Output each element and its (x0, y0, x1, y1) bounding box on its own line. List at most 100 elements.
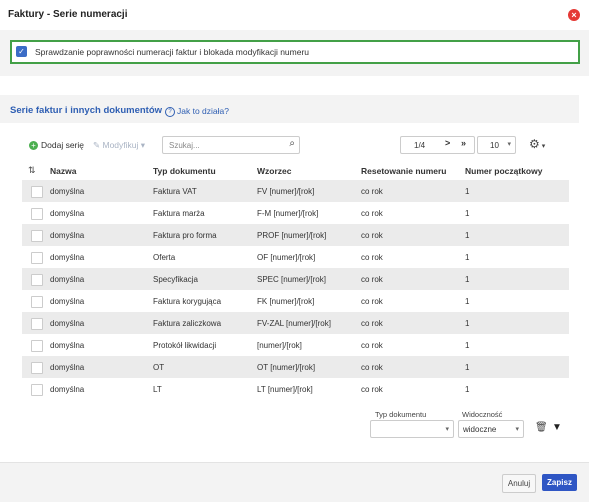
row-checkbox[interactable] (31, 186, 43, 198)
per-page-select[interactable]: 10 ▾ (477, 136, 516, 154)
table-cell: OT [numer]/[rok] (257, 363, 316, 372)
table-cell: Specyfikacja (153, 275, 198, 284)
section-title: Serie faktur i innych dokumentów (10, 105, 163, 116)
table-cell: 1 (465, 231, 470, 240)
table-cell: domyślna (50, 341, 85, 350)
trash-icon[interactable]: 🗑 (535, 422, 548, 433)
table-row[interactable]: domyślna Protokół likwidacji [numer]/[rok]… (22, 334, 569, 356)
table-cell: domyślna (50, 297, 85, 306)
validation-option[interactable]: ✓ Sprawdzanie poprawności numeracji fakt… (10, 40, 580, 64)
filter-icon[interactable]: ▼ (552, 422, 562, 433)
search-input[interactable]: Szukaj... ⌕ (162, 136, 300, 154)
table-cell: domyślna (50, 253, 85, 262)
series-dialog: Faktury - Serie numeracji × ✓ Sprawdzani… (0, 0, 589, 502)
table-cell: co rok (361, 209, 383, 218)
help-link[interactable]: ? Jak to działa? (165, 106, 229, 117)
cancel-button[interactable]: Anuluj (502, 474, 536, 493)
table-cell: Protokół likwidacji (153, 341, 217, 350)
table-cell: co rok (361, 385, 383, 394)
reorder-icon[interactable]: ⇅ (28, 165, 36, 176)
table-header: ⇅ Nazwa Typ dokumentu Wzorzec Resetowani… (22, 162, 569, 180)
page-position: 1/4 (414, 141, 426, 150)
column-header[interactable]: Nazwa (50, 166, 76, 176)
table-cell: 1 (465, 275, 470, 284)
row-checkbox[interactable] (31, 274, 43, 286)
table-row[interactable]: domyślna Oferta OF [numer]/[rok] co rok 1 (22, 246, 569, 268)
table-cell: SPEC [numer]/[rok] (257, 275, 326, 284)
table-cell: 1 (465, 363, 470, 372)
save-button[interactable]: Zapisz (542, 474, 577, 491)
edit-button[interactable]: ✎ Modyfikuj ▾ (93, 140, 145, 151)
toolbar: + Dodaj serię ✎ Modyfikuj ▾ Szukaj... ⌕ 1… (22, 133, 562, 157)
validation-label: Sprawdzanie poprawności numeracji faktur… (35, 47, 310, 57)
visibility-filter[interactable]: widoczne ▾ (458, 420, 524, 438)
table-cell: FK [numer]/[rok] (257, 297, 315, 306)
table-cell: LT [numer]/[rok] (257, 385, 313, 394)
row-checkbox[interactable] (31, 384, 43, 396)
doc-type-filter-label: Typ dokumentu (375, 410, 427, 419)
row-checkbox[interactable] (31, 252, 43, 264)
plus-icon: + (29, 141, 38, 151)
doc-type-filter[interactable]: ▾ (370, 420, 454, 438)
table-cell: Faktura pro forma (153, 231, 217, 240)
table-row[interactable]: domyślna Faktura VAT FV [numer]/[rok] co ro… (22, 180, 569, 202)
table-cell: co rok (361, 363, 383, 372)
settings-gear-icon[interactable]: ⚙ ▾ (529, 137, 545, 151)
table-cell: PROF [numer]/[rok] (257, 231, 327, 240)
table-row[interactable]: domyślna Specyfikacja SPEC [numer]/[rok] co… (22, 268, 569, 290)
table-row[interactable]: domyślna OT OT [numer]/[rok] co rok 1 (22, 356, 569, 378)
table-row[interactable]: domyślna LT LT [numer]/[rok] co rok 1 (22, 378, 569, 400)
table-cell: OF [numer]/[rok] (257, 253, 316, 262)
table-cell: co rok (361, 253, 383, 262)
row-checkbox[interactable] (31, 340, 43, 352)
column-header[interactable]: Resetowanie numeru (361, 166, 447, 176)
validation-checkbox[interactable]: ✓ (16, 46, 27, 57)
filters-bar: Typ dokumentu ▾ Widoczność widoczne ▾ 🗑 … (0, 405, 589, 445)
row-checkbox[interactable] (31, 208, 43, 220)
pagination: 1/4 > » (400, 136, 475, 154)
row-checkbox[interactable] (31, 362, 43, 374)
table-cell: Faktura korygująca (153, 297, 222, 306)
table-cell: 1 (465, 209, 470, 218)
add-series-button[interactable]: + Dodaj serię (29, 140, 84, 151)
per-page-value: 10 (490, 141, 499, 150)
visibility-filter-label: Widoczność (462, 410, 503, 419)
table-cell: domyślna (50, 187, 85, 196)
table-row[interactable]: domyślna Faktura pro forma PROF [numer]/[r… (22, 224, 569, 246)
table-cell: 1 (465, 341, 470, 350)
dialog-titlebar: Faktury - Serie numeracji × (0, 0, 589, 31)
row-checkbox[interactable] (31, 318, 43, 330)
question-icon: ? (165, 106, 175, 117)
search-placeholder: Szukaj... (169, 141, 200, 150)
chevron-down-icon: ▾ (507, 141, 511, 148)
table-row[interactable]: domyślna Faktura zaliczkowa FV-ZAL [numer]… (22, 312, 569, 334)
dialog-title: Faktury - Serie numeracji (8, 9, 128, 20)
row-checkbox[interactable] (31, 230, 43, 242)
chevron-down-icon: ▾ (445, 426, 449, 433)
column-header[interactable]: Typ dokumentu (153, 166, 216, 176)
table-cell: LT (153, 385, 162, 394)
table-cell: domyślna (50, 363, 85, 372)
column-header[interactable]: Wzorzec (257, 166, 291, 176)
table-cell: domyślna (50, 275, 85, 284)
table-cell: co rok (361, 341, 383, 350)
visibility-filter-value: widoczne (463, 425, 497, 434)
section-header: Serie faktur i innych dokumentów ? Jak to… (0, 95, 579, 123)
table-row[interactable]: domyślna Faktura korygująca FK [numer]/[ro… (22, 290, 569, 312)
last-page-button[interactable]: » (461, 138, 466, 148)
column-header[interactable]: Numer początkowy (465, 166, 542, 176)
edit-label: Modyfikuj (102, 140, 139, 150)
table-cell: 1 (465, 187, 470, 196)
help-label: Jak to działa? (177, 106, 229, 116)
table-cell: co rok (361, 297, 383, 306)
table-cell: 1 (465, 253, 470, 262)
next-page-button[interactable]: > (445, 138, 450, 148)
search-icon[interactable]: ⌕ (289, 138, 295, 149)
close-icon[interactable]: × (568, 9, 580, 21)
dialog-footer: Anuluj Zapisz (0, 462, 589, 502)
table-cell: 1 (465, 385, 470, 394)
table-cell: co rok (361, 231, 383, 240)
table-row[interactable]: domyślna Faktura marża F-M [numer]/[rok] co… (22, 202, 569, 224)
row-checkbox[interactable] (31, 296, 43, 308)
chevron-down-icon: ▾ (515, 426, 519, 433)
